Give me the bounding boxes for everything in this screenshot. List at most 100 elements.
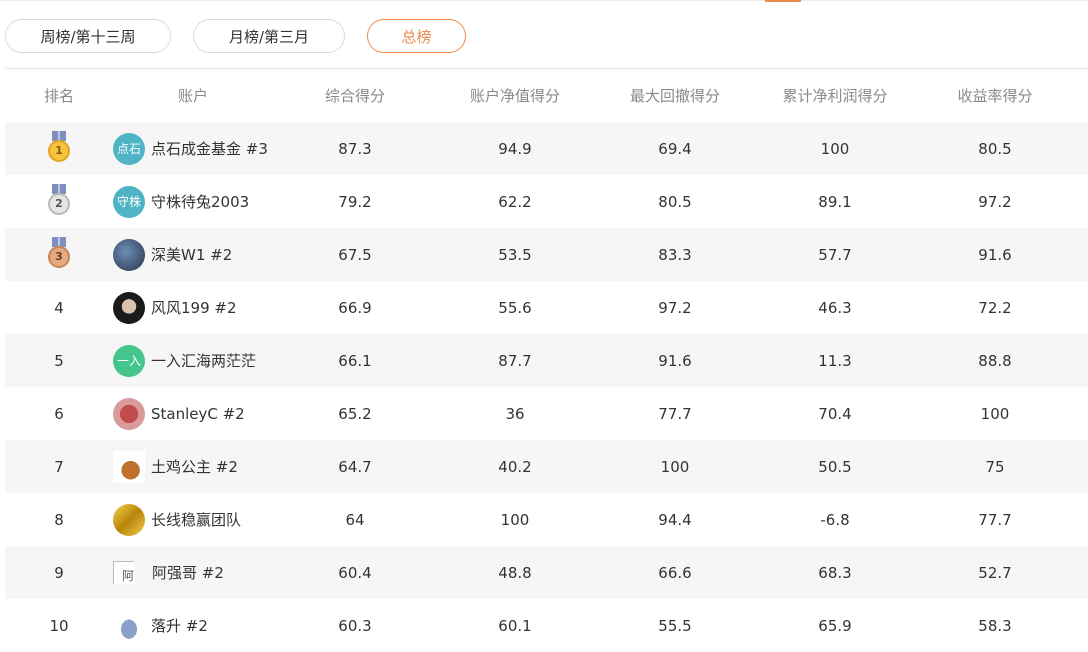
score-nav-cell: 53.5 xyxy=(498,245,532,264)
score-return-cell: 75 xyxy=(985,457,1005,476)
score-profit-cell: 65.9 xyxy=(818,616,852,635)
leaderboard-table: 排名 账户 综合得分 账户净值得分 最大回撤得分 累计净利润得分 收益率得分 1… xyxy=(5,69,1088,652)
tab-monthly[interactable]: 月榜/第三月 xyxy=(193,19,345,53)
score-drawdown-cell: 94.4 xyxy=(658,510,692,529)
table-row: 6 StanleyC #2 65.2 36 77.7 70.4 100 xyxy=(5,387,1088,440)
score-profit-cell: 89.1 xyxy=(818,192,852,211)
header-rank: 排名 xyxy=(43,87,74,105)
avatar[interactable]: 阿 xyxy=(113,561,134,584)
score-drawdown-cell: 66.6 xyxy=(658,563,692,582)
rank-cell: 6 xyxy=(5,387,113,440)
avatar[interactable]: 守株 xyxy=(113,185,145,218)
score-total-cell: 66.1 xyxy=(338,351,372,370)
account-name-link[interactable]: StanleyC #2 xyxy=(151,405,245,423)
score-profit-cell: 70.4 xyxy=(818,404,852,423)
score-nav-cell: 62.2 xyxy=(498,192,532,211)
score-drawdown-cell: 77.7 xyxy=(658,404,692,423)
score-total-cell: 60.4 xyxy=(338,563,372,582)
table-row: 3 深美W1 #2 67.5 53.5 83.3 57.7 91.6 xyxy=(5,228,1088,281)
avatar[interactable] xyxy=(113,450,145,483)
table-row: 1 点石 点石成金基金 #3 87.3 94.9 69.4 100 80.5 xyxy=(5,122,1088,175)
avatar[interactable] xyxy=(113,609,145,642)
account-name-link[interactable]: 一入汇海两茫茫 xyxy=(151,350,256,371)
score-nav-cell: 87.7 xyxy=(498,351,532,370)
score-profit-cell: -6.8 xyxy=(820,510,850,529)
score-return-cell: 80.5 xyxy=(978,139,1012,158)
avatar[interactable] xyxy=(113,238,145,271)
rank-number: 9 xyxy=(54,563,64,582)
score-profit-cell: 46.3 xyxy=(818,298,852,317)
table-row: 2 守株 守株待兔2003 79.2 62.2 80.5 89.1 97.2 xyxy=(5,175,1088,228)
score-nav-cell: 94.9 xyxy=(498,139,532,158)
rank-cell: 9 xyxy=(5,546,113,599)
rank-number: 7 xyxy=(54,457,64,476)
score-total-cell: 79.2 xyxy=(338,192,372,211)
score-total-cell: 66.9 xyxy=(338,298,372,317)
rank-cell: 1 xyxy=(5,122,113,175)
table-header-row: 排名 账户 综合得分 账户净值得分 最大回撤得分 累计净利润得分 收益率得分 xyxy=(5,69,1088,122)
header-score-total: 综合得分 xyxy=(324,87,385,105)
score-drawdown-cell: 83.3 xyxy=(658,245,692,264)
score-profit-cell: 57.7 xyxy=(818,245,852,264)
score-nav-cell: 36 xyxy=(505,404,525,423)
rank-cell: 8 xyxy=(5,493,113,546)
account-name-link[interactable]: 落升 #2 xyxy=(151,615,208,636)
score-nav-cell: 100 xyxy=(500,510,530,529)
score-nav-cell: 48.8 xyxy=(498,563,532,582)
table-row: 8 长线稳赢团队 64 100 94.4 -6.8 77.7 xyxy=(5,493,1088,546)
header-score-profit: 累计净利润得分 xyxy=(782,87,888,105)
score-drawdown-cell: 80.5 xyxy=(658,192,692,211)
bronze-medal-icon: 3 xyxy=(45,236,73,273)
score-total-cell: 87.3 xyxy=(338,139,372,158)
rank-cell: 3 xyxy=(5,228,113,281)
score-nav-cell: 55.6 xyxy=(498,298,532,317)
avatar[interactable]: 点石 xyxy=(113,132,145,165)
account-name-link[interactable]: 阿强哥 #2 xyxy=(152,562,224,583)
rank-number: 10 xyxy=(49,616,69,635)
table-row: 10 落升 #2 60.3 60.1 55.5 65.9 58.3 xyxy=(5,599,1088,652)
avatar[interactable] xyxy=(113,291,145,324)
score-drawdown-cell: 55.5 xyxy=(658,616,692,635)
silver-medal-icon: 2 xyxy=(45,183,73,220)
score-drawdown-cell: 69.4 xyxy=(658,139,692,158)
rank-number: 5 xyxy=(54,351,64,370)
score-profit-cell: 50.5 xyxy=(818,457,852,476)
score-return-cell: 58.3 xyxy=(978,616,1012,635)
score-drawdown-cell: 97.2 xyxy=(658,298,692,317)
account-name-link[interactable]: 深美W1 #2 xyxy=(151,244,232,265)
rank-number: 6 xyxy=(54,404,64,423)
score-nav-cell: 40.2 xyxy=(498,457,532,476)
gold-medal-icon: 1 xyxy=(45,130,73,167)
score-profit-cell: 11.3 xyxy=(818,351,852,370)
account-name-link[interactable]: 点石成金基金 #3 xyxy=(151,138,268,159)
header-account: 账户 xyxy=(177,87,208,105)
score-drawdown-cell: 91.6 xyxy=(658,351,692,370)
tab-weekly[interactable]: 周榜/第十三周 xyxy=(5,19,171,53)
avatar[interactable] xyxy=(113,397,145,430)
score-total-cell: 67.5 xyxy=(338,245,372,264)
account-name-link[interactable]: 长线稳赢团队 xyxy=(151,509,241,530)
table-row: 5 一入 一入汇海两茫茫 66.1 87.7 91.6 11.3 88.8 xyxy=(5,334,1088,387)
score-return-cell: 97.2 xyxy=(978,192,1012,211)
tab-overall[interactable]: 总榜 xyxy=(367,19,466,53)
score-profit-cell: 100 xyxy=(820,139,850,158)
score-total-cell: 64 xyxy=(345,510,365,529)
score-drawdown-cell: 100 xyxy=(660,457,690,476)
account-name-link[interactable]: 风风199 #2 xyxy=(151,297,237,318)
table-row: 9 阿阿强哥 #2 60.4 48.8 66.6 68.3 52.7 xyxy=(5,546,1088,599)
avatar[interactable]: 一入 xyxy=(113,344,145,377)
score-return-cell: 77.7 xyxy=(978,510,1012,529)
score-nav-cell: 60.1 xyxy=(498,616,532,635)
score-profit-cell: 68.3 xyxy=(818,563,852,582)
top-accent-bar xyxy=(765,0,801,2)
score-return-cell: 91.6 xyxy=(978,245,1012,264)
account-name-link[interactable]: 守株待兔2003 xyxy=(151,191,249,212)
medal-number: 1 xyxy=(48,139,70,162)
header-score-return: 收益率得分 xyxy=(957,87,1033,105)
medal-number: 3 xyxy=(48,245,70,268)
score-return-cell: 52.7 xyxy=(978,563,1012,582)
score-total-cell: 64.7 xyxy=(338,457,372,476)
score-return-cell: 100 xyxy=(980,404,1010,423)
avatar[interactable] xyxy=(113,503,145,536)
account-name-link[interactable]: 土鸡公主 #2 xyxy=(151,456,238,477)
